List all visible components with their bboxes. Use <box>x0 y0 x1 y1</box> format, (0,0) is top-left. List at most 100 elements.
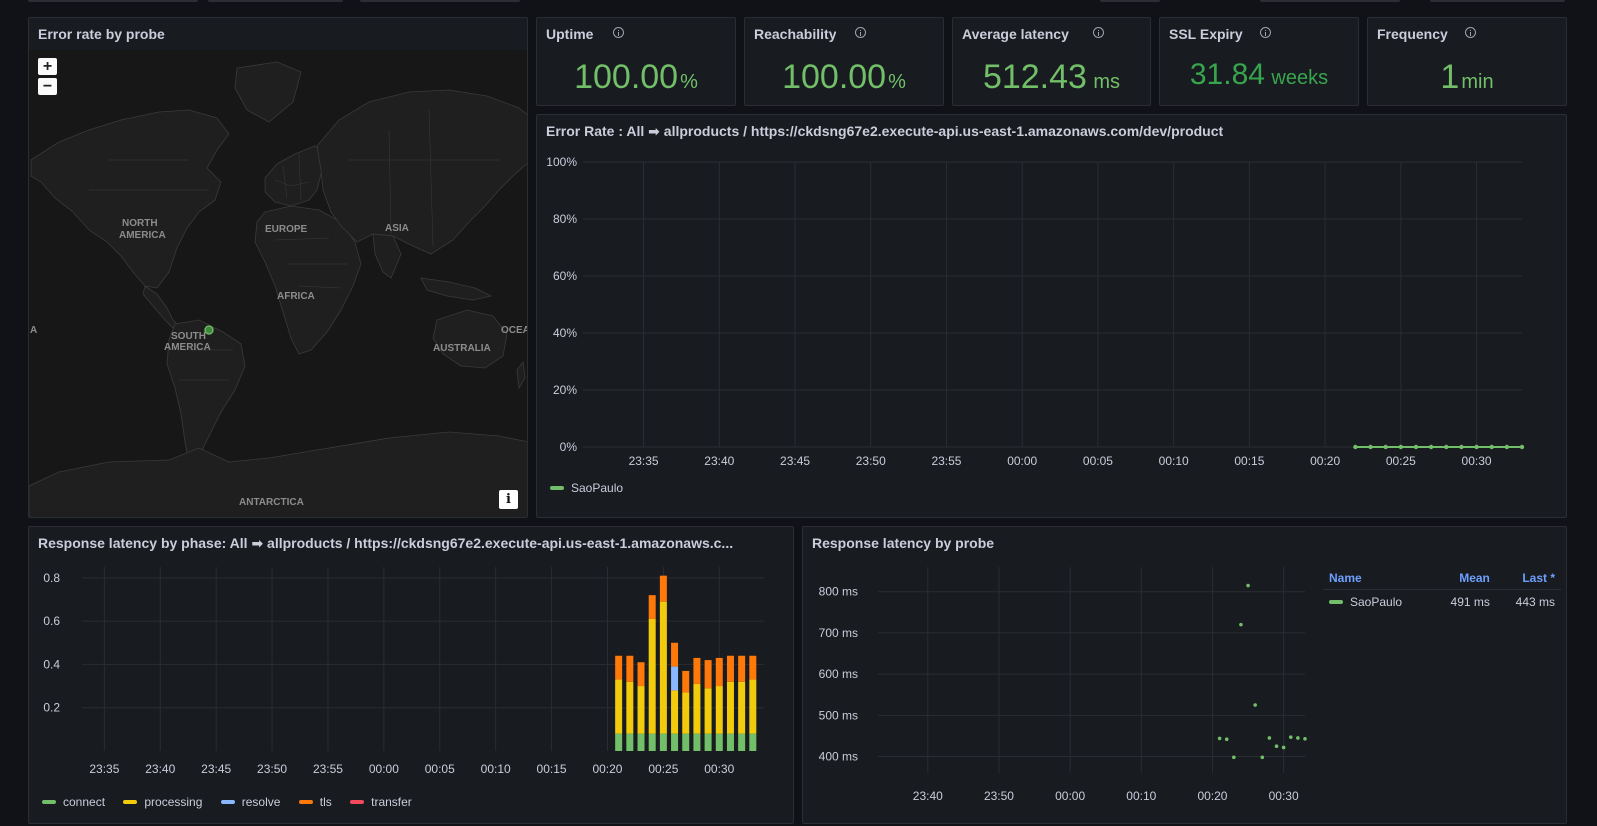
latency-probe-chart[interactable]: 400 ms 500 ms 600 ms 700 ms 800 ms 23:40 23:50… <box>803 527 1313 824</box>
bar-segment-tls <box>715 657 723 687</box>
y-tick-label: 600 ms <box>819 667 858 681</box>
bar-segment-connect <box>637 733 645 751</box>
legend-swatch <box>42 799 56 804</box>
data-point <box>1288 735 1293 739</box>
bar-segment-connect <box>682 733 690 751</box>
info-icon[interactable] <box>1465 27 1476 38</box>
bar-segment-connect <box>704 733 712 751</box>
stat-unit: % <box>888 71 906 93</box>
map-label-north-america: NORTH <box>122 218 158 229</box>
row-mean: 491 ms <box>1450 595 1490 609</box>
x-tick-label: 00:10 <box>1126 789 1156 803</box>
bar-segment-connect <box>693 733 701 751</box>
stat-value: 100.00 <box>782 58 887 96</box>
x-tick-label: 00:00 <box>1055 789 1085 803</box>
data-point <box>1504 444 1510 450</box>
stat-value: 31.84 <box>1189 58 1265 91</box>
data-point <box>1239 622 1243 627</box>
x-tick-label: 23:50 <box>856 454 886 468</box>
error-rate-chart[interactable]: 0% 20% 40% 60% 80% 100% 23:35 23:40 23:45 23:50 23… <box>537 115 1567 518</box>
y-tick-label: 0.8 <box>43 571 60 585</box>
bar-segment-tls <box>749 655 757 680</box>
map-label-australia: AUSTRALIA <box>433 343 491 354</box>
legend-item-transfer[interactable]: transfer <box>350 795 412 809</box>
stat-unit: weeks <box>1271 67 1329 89</box>
map-label-europe: EUROPE <box>265 224 308 235</box>
greenland-shape <box>234 61 302 123</box>
bar-segment-connect <box>671 733 679 751</box>
latency-probe-panel: Response latency by probe 400 ms 500 ms 60… <box>802 526 1567 824</box>
bar-segment-tls <box>693 657 701 684</box>
info-icon[interactable] <box>1093 27 1104 38</box>
stat-value: 512.43 <box>982 58 1087 96</box>
map-label-edge-right: OCEA <box>501 325 528 336</box>
data-point <box>1383 444 1388 450</box>
central-america-shape <box>142 285 180 331</box>
bar-segment-tls <box>659 575 667 602</box>
legend-swatch <box>123 799 138 804</box>
info-icon[interactable] <box>1260 27 1271 38</box>
latency-phase-legend[interactable]: connect processing resolve tls transfer <box>42 795 427 809</box>
legend-label: connect <box>63 795 106 809</box>
bar-segment-processing <box>693 683 701 734</box>
bar-segment-connect <box>659 733 667 751</box>
y-tick-label: 0.4 <box>43 657 60 671</box>
bar-segment-tls <box>704 660 712 689</box>
map-label-south-america: SOUTH <box>171 331 206 342</box>
error-rate-legend[interactable]: SaoPaulo <box>550 481 623 495</box>
latency-phase-chart[interactable]: 0.2 0.4 0.6 0.8 23:35 23:40 23:45 23:50 23:55 00:… <box>29 527 794 824</box>
legend-item-tls[interactable]: tls <box>298 795 332 809</box>
new-zealand-shape <box>516 360 526 390</box>
legend-label: tls <box>319 795 332 809</box>
data-point <box>1413 444 1419 450</box>
x-tick-label: 00:05 <box>425 762 455 776</box>
bar-segment-processing <box>726 681 734 734</box>
legend-label: transfer <box>371 795 412 809</box>
table-row[interactable]: SaoPaulo 491 ms 443 ms <box>1323 590 1561 615</box>
bar-segment-processing <box>749 679 757 734</box>
world-map-svg: NORTH AMERICA EUROPE ASIA AFRICA SOUTH A… <box>29 61 528 517</box>
bar-segment-processing <box>671 690 679 734</box>
map-label-south-america-2: AMERICA <box>164 342 211 353</box>
zoom-in-button[interactable]: + <box>38 58 57 75</box>
bar-segment-processing <box>682 692 690 734</box>
probe-marker-saopaulo[interactable] <box>204 325 214 335</box>
stat-unit: ms <box>1093 71 1121 93</box>
x-tick-label: 23:45 <box>780 454 810 468</box>
legend-item-processing[interactable]: processing <box>123 795 202 809</box>
y-tick-label: 700 ms <box>819 626 858 640</box>
info-icon[interactable] <box>613 27 624 38</box>
top-edge-strip <box>0 0 1597 8</box>
stat-unit: min <box>1461 71 1494 93</box>
info-icon[interactable] <box>855 27 866 38</box>
world-map[interactable]: NORTH AMERICA EUROPE ASIA AFRICA SOUTH A… <box>29 50 527 517</box>
stat-title: Uptime <box>546 26 594 42</box>
data-point <box>1368 444 1373 450</box>
x-tick-label: 23:45 <box>201 762 231 776</box>
stat-title: Reachability <box>754 26 837 42</box>
column-header-last[interactable]: Last * <box>1495 567 1561 590</box>
y-tick-label: 400 ms <box>819 750 858 764</box>
legend-item-connect[interactable]: connect <box>42 795 105 809</box>
australia-shape <box>432 309 508 369</box>
data-point <box>1489 444 1494 450</box>
legend-swatch <box>550 485 564 490</box>
map-label-antarctica: ANTARCTICA <box>239 497 304 508</box>
data-point <box>1281 745 1286 750</box>
bar-segment-tls <box>671 642 679 667</box>
y-tick-label: 100% <box>546 155 577 169</box>
latency-phase-panel: Response latency by phase: All ➡ allprod… <box>28 526 794 824</box>
x-tick-label: 00:25 <box>648 762 678 776</box>
map-attribution-button[interactable]: i <box>499 490 518 509</box>
legend-item-resolve[interactable]: resolve <box>220 795 280 809</box>
column-header-name[interactable]: Name <box>1323 567 1431 590</box>
map-panel: Error rate by probe NORTH AMERICA EUROPE… <box>28 17 528 518</box>
error-rate-panel: Error Rate : All ➡ allproducts / https:/… <box>536 114 1567 518</box>
data-point <box>1224 737 1229 742</box>
zoom-out-button[interactable]: − <box>38 78 57 95</box>
stat-value: 1 <box>1440 58 1460 96</box>
data-point <box>1444 444 1449 450</box>
bar-segment-connect <box>738 733 746 751</box>
x-tick-label: 00:20 <box>592 762 622 776</box>
column-header-mean[interactable]: Mean <box>1430 567 1496 590</box>
